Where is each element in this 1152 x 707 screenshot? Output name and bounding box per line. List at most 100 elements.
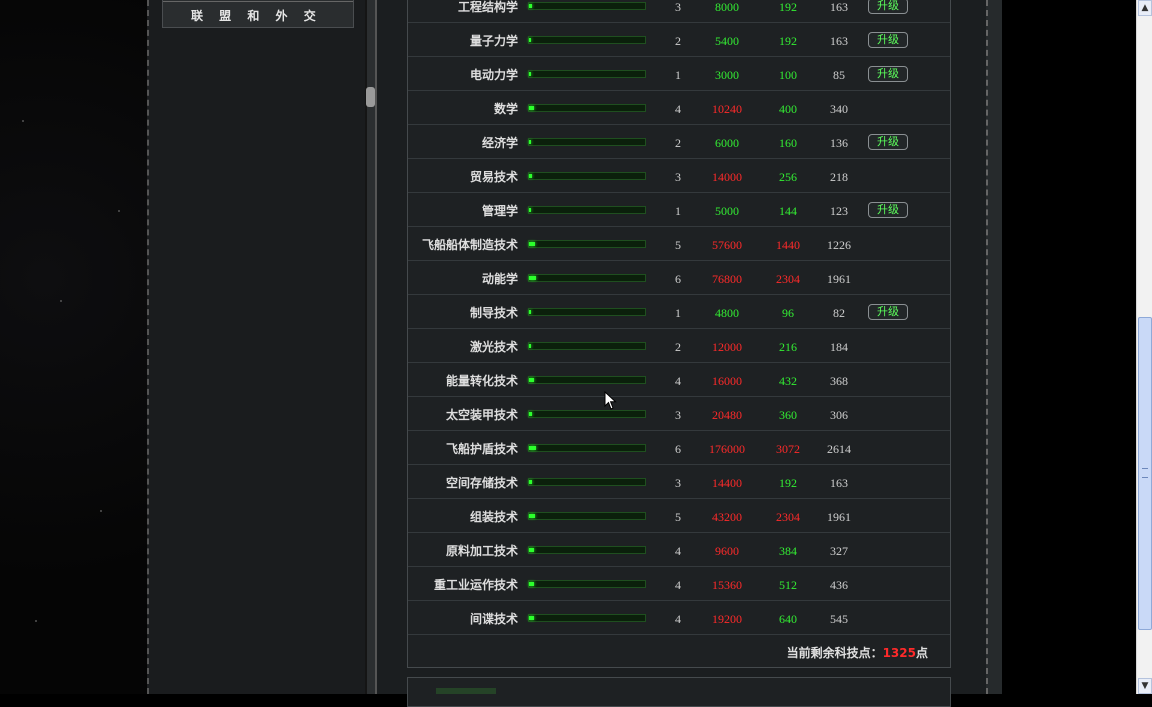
- tech-cost: 76800: [712, 272, 742, 286]
- tech-name: 经济学: [481, 136, 518, 150]
- tech-gain: 163: [830, 0, 848, 14]
- tech-gain: 436: [830, 578, 848, 592]
- table-row: 空间存储技术 3 14400 192 163: [408, 465, 950, 499]
- tech-points: 192: [779, 0, 797, 14]
- progress-fill: [529, 446, 536, 450]
- tech-level: 2: [675, 340, 681, 354]
- starfield-background-left: [0, 0, 148, 694]
- progress-fill: [529, 412, 532, 416]
- progress-fill: [529, 72, 531, 76]
- tech-level: 4: [675, 612, 681, 626]
- sidebar-menu: 联 盟 和 外 交: [162, 0, 354, 28]
- progress-bar: [528, 206, 646, 214]
- table-row: 太空装甲技术 3 20480 360 306: [408, 397, 950, 431]
- tech-cost: 16000: [712, 374, 742, 388]
- down-arrow-icon[interactable]: ▼: [1138, 678, 1152, 694]
- tech-level: 2: [675, 136, 681, 150]
- tech-table: 工程结构学 3 8000 192 163 升级 量子力学 2 5400 192 163 升级 电动力学 1…: [407, 0, 951, 668]
- tech-name: 贸易技术: [469, 170, 518, 184]
- progress-bar: [528, 444, 646, 452]
- tech-cost: 57600: [712, 238, 742, 252]
- progress-bar: [528, 478, 646, 486]
- scrollbar-thumb[interactable]: [1138, 317, 1152, 630]
- table-row: 组装技术 5 43200 2304 1961: [408, 499, 950, 533]
- tech-level: 3: [675, 170, 681, 184]
- mouse-pointer-icon: [604, 391, 617, 410]
- upgrade-button[interactable]: 升级: [868, 202, 908, 218]
- frame-resize-handle[interactable]: [366, 87, 375, 107]
- tech-points: 360: [779, 408, 797, 422]
- tech-gain: 545: [830, 612, 848, 626]
- progress-bar: [528, 274, 646, 282]
- tech-gain: 163: [830, 34, 848, 48]
- tech-name: 数学: [493, 102, 518, 116]
- table-row: 数学 4 10240 400 340: [408, 91, 950, 125]
- tech-name: 电动力学: [469, 68, 518, 82]
- tech-cost: 176000: [709, 442, 745, 456]
- tech-cost: 14000: [712, 170, 742, 184]
- tech-gain: 184: [830, 340, 848, 354]
- progress-fill: [529, 344, 531, 348]
- table-row: 制导技术 1 4800 96 82 升级: [408, 295, 950, 329]
- tech-gain: 82: [833, 306, 845, 320]
- progress-bar: [528, 104, 646, 112]
- upgrade-button[interactable]: 升级: [868, 66, 908, 82]
- tech-level: 3: [675, 408, 681, 422]
- up-arrow-icon[interactable]: ▲: [1138, 0, 1152, 16]
- tech-gain: 1226: [827, 238, 851, 252]
- progress-bar: [528, 36, 646, 44]
- tech-cost: 4800: [715, 306, 739, 320]
- progress-bar: [528, 342, 646, 350]
- progress-bar: [528, 614, 646, 622]
- remaining-label: 当前剩余科技点：: [786, 646, 883, 660]
- tech-gain: 163: [830, 476, 848, 490]
- progress-fill: [529, 378, 534, 382]
- upgrade-button[interactable]: 升级: [868, 32, 908, 48]
- table-row: 飞船护盾技术 6 176000 3072 2614: [408, 431, 950, 465]
- tech-points: 640: [779, 612, 797, 626]
- progress-fill: [529, 174, 532, 178]
- remaining-unit: 点: [915, 646, 928, 660]
- progress-bar: [528, 410, 646, 418]
- progress-fill: [529, 276, 536, 280]
- progress-fill: [529, 38, 531, 42]
- upgrade-button[interactable]: 升级: [868, 134, 908, 150]
- tech-cost: 3000: [715, 68, 739, 82]
- next-panel: [407, 677, 951, 707]
- tech-name: 飞船护盾技术: [445, 442, 518, 456]
- tech-gain: 123: [830, 204, 848, 218]
- tech-name: 原料加工技术: [445, 544, 518, 558]
- tech-points: 192: [779, 34, 797, 48]
- vertical-scrollbar[interactable]: ▲ ▼: [1136, 0, 1152, 694]
- table-row: 动能学 6 76800 2304 1961: [408, 261, 950, 295]
- progress-bar: [528, 70, 646, 78]
- progress-fill: [529, 548, 534, 552]
- tech-gain: 306: [830, 408, 848, 422]
- table-row: 工程结构学 3 8000 192 163 升级: [408, 0, 950, 23]
- tech-gain: 218: [830, 170, 848, 184]
- tech-points: 3072: [776, 442, 800, 456]
- table-row: 飞船船体制造技术 5 57600 1440 1226: [408, 227, 950, 261]
- main-content: 工程结构学 3 8000 192 163 升级 量子力学 2 5400 192 163 升级 电动力学 1…: [377, 0, 987, 707]
- tech-level: 3: [675, 0, 681, 14]
- tech-points: 432: [779, 374, 797, 388]
- tech-points: 100: [779, 68, 797, 82]
- tech-name: 飞船船体制造技术: [421, 238, 518, 252]
- tech-points: 384: [779, 544, 797, 558]
- tech-cost: 19200: [712, 612, 742, 626]
- tech-gain: 340: [830, 102, 848, 116]
- progress-bar: [528, 172, 646, 180]
- table-row: 经济学 2 6000 160 136 升级: [408, 125, 950, 159]
- progress-fill: [529, 616, 534, 620]
- progress-fill: [529, 4, 532, 8]
- progress-fill: [529, 582, 534, 586]
- tech-level: 1: [675, 68, 681, 82]
- upgrade-button[interactable]: 升级: [868, 304, 908, 320]
- tech-points: 144: [779, 204, 797, 218]
- tech-points: 400: [779, 102, 797, 116]
- sidebar-item-alliance-diplomacy[interactable]: 联 盟 和 外 交: [191, 7, 322, 24]
- progress-bar: [528, 2, 646, 10]
- progress-bar: [528, 138, 646, 146]
- upgrade-button[interactable]: 升级: [868, 0, 908, 14]
- table-row: 量子力学 2 5400 192 163 升级: [408, 23, 950, 57]
